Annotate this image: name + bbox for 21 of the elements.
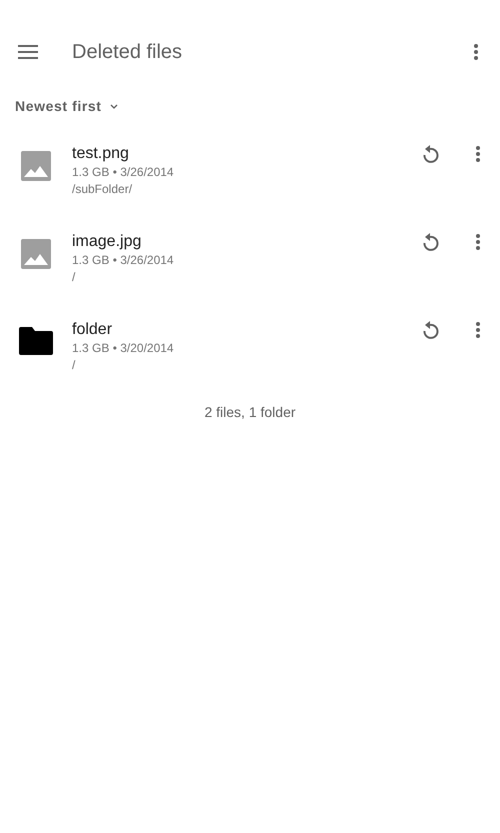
item-count: 2 files, 1 folder — [203, 404, 297, 420]
file-path: /subFolder/ — [72, 181, 134, 198]
file-details: 1.3 GB • 3/20/2014 — [72, 340, 175, 357]
file-details: 1.3 GB • 3/26/2014 — [72, 252, 175, 269]
image-icon — [21, 239, 51, 269]
file-name: image.jpg — [72, 232, 142, 252]
file-details: 1.3 GB • 3/26/2014 — [72, 164, 175, 181]
sort-dropdown[interactable]: Newest first — [15, 98, 118, 114]
caret-icon — [110, 104, 118, 108]
image-icon — [21, 151, 51, 181]
folder-icon — [19, 327, 53, 355]
more-options-icon[interactable] — [474, 144, 482, 164]
more-options-icon[interactable] — [472, 42, 480, 62]
file-name: test.png — [72, 144, 130, 164]
screen-title: Deleted files — [72, 40, 184, 64]
menu-icon[interactable] — [18, 45, 38, 59]
file-path: / — [72, 357, 76, 374]
more-options-icon[interactable] — [474, 232, 482, 252]
more-options-icon[interactable] — [474, 320, 482, 340]
file-name: folder — [72, 320, 114, 340]
file-path: / — [72, 269, 76, 286]
